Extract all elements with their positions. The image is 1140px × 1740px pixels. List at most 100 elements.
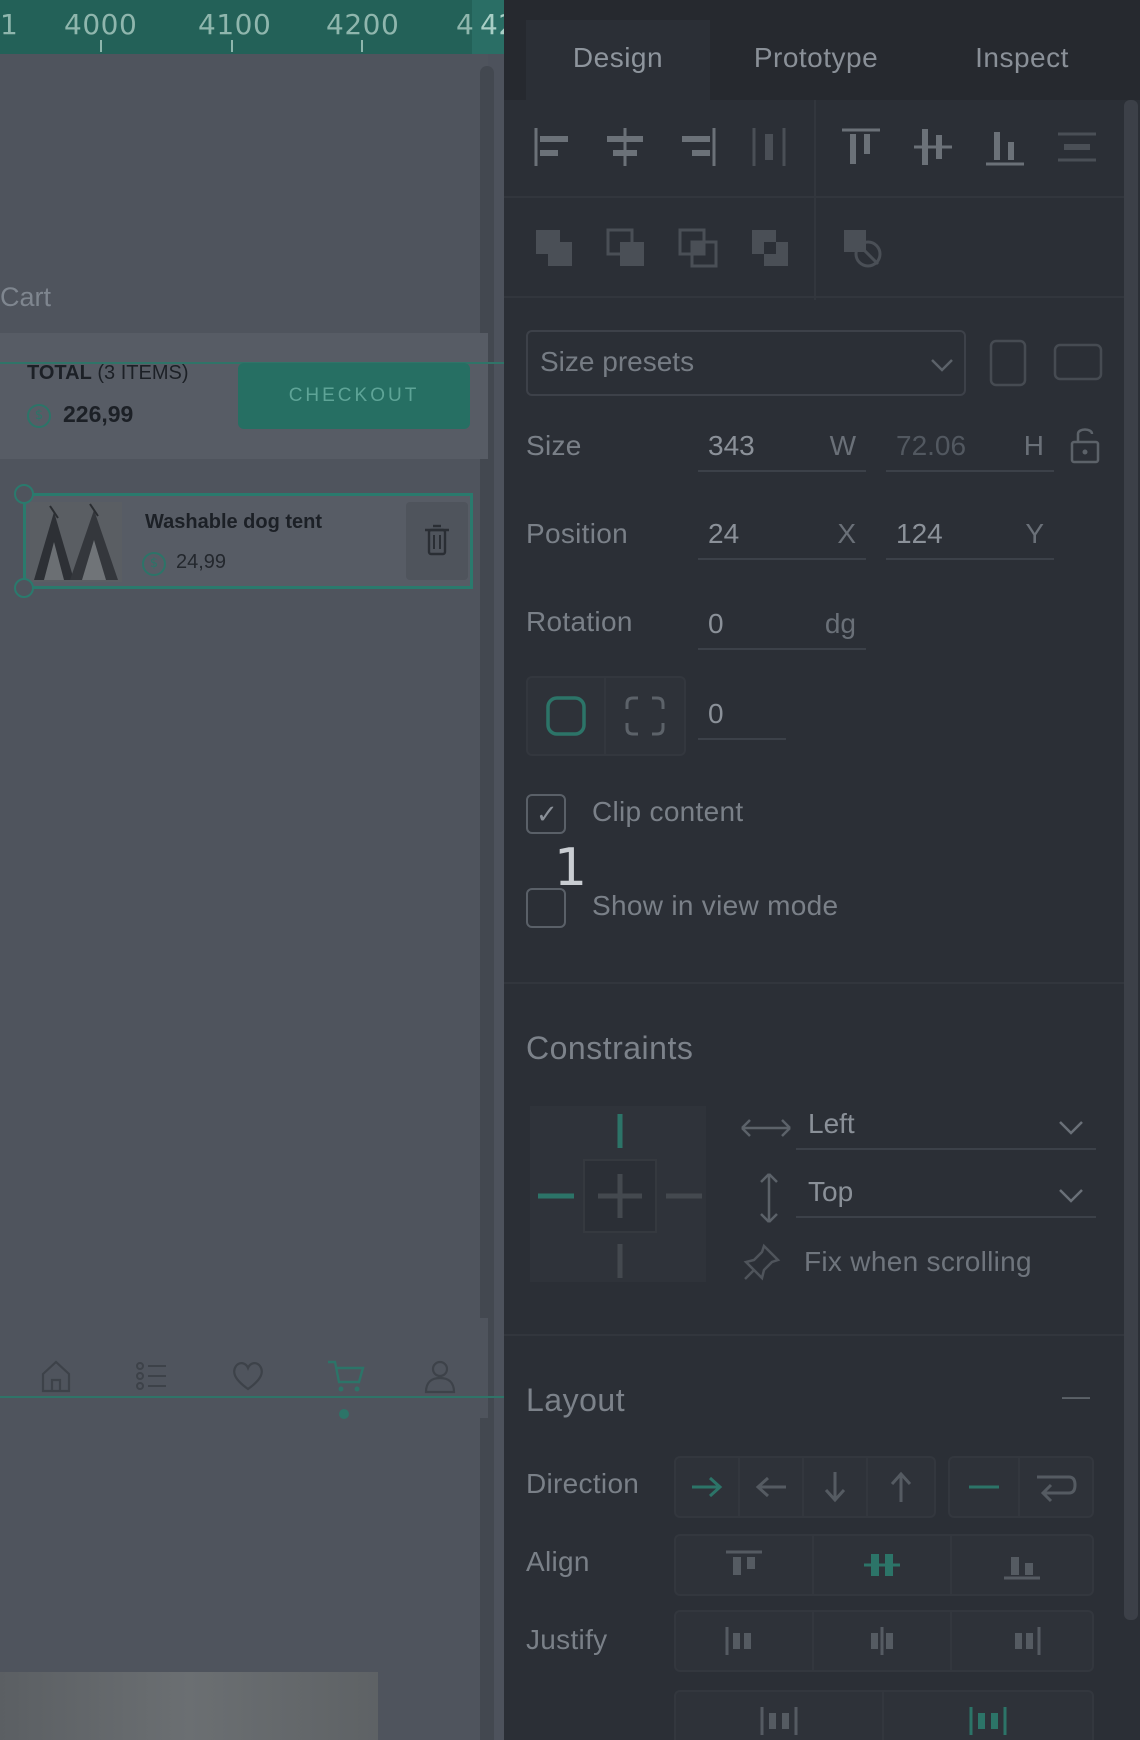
collapse-layout-icon[interactable]: —	[1062, 1380, 1090, 1412]
cart-icon[interactable]	[326, 1358, 366, 1394]
heart-icon[interactable]	[230, 1358, 266, 1394]
justify-start-button[interactable]	[676, 1612, 814, 1670]
align-right-icon[interactable]	[676, 126, 718, 168]
height-field[interactable]: 72.06 H	[886, 426, 1054, 472]
ruler-tick: 4000	[64, 8, 138, 41]
landscape-orientation-icon[interactable]	[1052, 342, 1104, 382]
total-label-count: (3 ITEMS)	[91, 362, 189, 384]
ruler-tick: 4100	[198, 8, 272, 41]
selection-handle[interactable]	[14, 578, 34, 598]
total-label-bold: TOTAL	[27, 362, 92, 384]
justify-space-around-button[interactable]	[884, 1692, 1092, 1740]
vertical-constraint-dropdown[interactable]: Top	[796, 1172, 1096, 1218]
rotation-field[interactable]: 0 dg	[698, 604, 866, 650]
align-vertical-center-icon[interactable]	[912, 126, 954, 168]
distribute-horizontal-icon[interactable]	[748, 126, 790, 168]
align-horizontal-center-icon[interactable]	[604, 126, 646, 168]
justify-space-between-button[interactable]	[676, 1692, 884, 1740]
no-wrap-button[interactable]	[950, 1458, 1020, 1516]
x-value: 24	[708, 518, 740, 549]
horizontal-arrows-icon	[741, 1119, 791, 1137]
align-end-button[interactable]	[952, 1536, 1092, 1594]
width-unit: W	[829, 430, 856, 461]
align-center-button[interactable]	[814, 1536, 952, 1594]
checkout-button[interactable]: CHECKOUT	[238, 363, 470, 429]
direction-button-group	[674, 1456, 936, 1518]
align-button-group	[674, 1534, 1094, 1596]
boolean-intersection-icon[interactable]	[676, 226, 720, 270]
design-canvas[interactable]: 1 4000 4100 4200 4 42 Cart TOTAL (3 ITEM…	[0, 0, 504, 1740]
position-label: Position	[526, 518, 629, 549]
radius-all-button[interactable]	[528, 678, 606, 754]
delete-item-button[interactable]	[406, 502, 468, 580]
justify-center-button[interactable]	[814, 1612, 952, 1670]
constraints-widget[interactable]	[528, 1104, 708, 1284]
pin-icon[interactable]	[742, 1242, 782, 1282]
direction-left-button[interactable]	[740, 1458, 804, 1516]
y-unit: Y	[1025, 518, 1044, 549]
top-ruler: 1 4000 4100 4200 4 42	[0, 0, 504, 54]
boolean-union-icon[interactable]	[532, 226, 576, 270]
x-unit: X	[837, 518, 856, 549]
wrap-button[interactable]	[1020, 1458, 1092, 1516]
align-label: Align	[526, 1546, 590, 1577]
wrap-icon	[1037, 1475, 1077, 1503]
justify-start-icon	[725, 1627, 751, 1655]
align-bottom-icon[interactable]	[984, 126, 1026, 168]
clip-content-checkbox[interactable]: ✓	[526, 794, 566, 834]
ruler-mark	[100, 40, 102, 52]
home-icon[interactable]	[38, 1358, 74, 1394]
align-top-icon[interactable]	[840, 126, 882, 168]
lock-proportions-icon[interactable]	[1068, 424, 1102, 466]
align-start-button[interactable]	[676, 1536, 814, 1594]
align-items-center-icon	[864, 1554, 900, 1576]
user-icon[interactable]	[422, 1358, 458, 1394]
direction-up-button[interactable]	[868, 1458, 934, 1516]
constraints-title: Constraints	[526, 1030, 694, 1066]
vertical-arrows-icon	[760, 1173, 778, 1223]
radius-mode-toggle	[526, 676, 686, 756]
total-value: 226,99	[63, 401, 134, 427]
boolean-exclude-icon[interactable]	[748, 226, 792, 270]
height-value: 72.06	[896, 430, 967, 461]
ruler-tick: 1	[0, 8, 19, 41]
justify-end-button[interactable]	[952, 1612, 1092, 1670]
panel-tabs: Design Prototype Inspect	[504, 0, 1140, 100]
chevron-down-icon	[931, 359, 953, 372]
currency-icon: $	[27, 404, 51, 428]
constraints-diagram	[538, 1114, 702, 1278]
radius-all-icon	[546, 696, 586, 736]
canvas-scrollbar[interactable]	[480, 66, 494, 1740]
layout-title: Layout	[526, 1382, 626, 1418]
list-icon[interactable]	[134, 1358, 170, 1394]
direction-label: Direction	[526, 1468, 640, 1499]
direction-down-button[interactable]	[804, 1458, 868, 1516]
distribute-vertical-icon[interactable]	[1056, 126, 1098, 168]
boolean-difference-icon[interactable]	[604, 226, 648, 270]
direction-right-button[interactable]	[676, 1458, 740, 1516]
radius-value: 0	[708, 698, 724, 729]
radius-field[interactable]: 0	[698, 694, 786, 740]
selection-handle[interactable]	[14, 484, 34, 504]
y-field[interactable]: 124 Y	[886, 514, 1054, 560]
panel-scrollbar[interactable]	[1124, 100, 1138, 1620]
active-tab-indicator	[339, 1409, 349, 1419]
portrait-orientation-icon[interactable]	[988, 338, 1028, 388]
ruler-mark	[361, 40, 363, 52]
align-left-icon[interactable]	[532, 126, 574, 168]
tab-inspect[interactable]: Inspect	[922, 20, 1122, 100]
clip-content-label: Clip content	[592, 796, 744, 827]
radius-independent-button[interactable]	[606, 678, 684, 754]
tab-prototype[interactable]: Prototype	[714, 20, 918, 100]
justify-space-button-group	[674, 1690, 1094, 1740]
artboard-cart-screen[interactable]	[0, 54, 488, 1740]
height-unit: H	[1023, 430, 1044, 461]
x-field[interactable]: 24 X	[698, 514, 866, 560]
tab-design[interactable]: Design	[526, 20, 710, 100]
horizontal-constraint-dropdown[interactable]: Left	[796, 1104, 1096, 1150]
flatten-icon[interactable]	[840, 226, 884, 270]
size-presets-dropdown[interactable]: Size presets	[526, 330, 966, 396]
y-value: 124	[896, 518, 943, 549]
fix-when-scrolling-label[interactable]: Fix when scrolling	[804, 1246, 1032, 1278]
width-field[interactable]: 343 W	[698, 426, 866, 472]
